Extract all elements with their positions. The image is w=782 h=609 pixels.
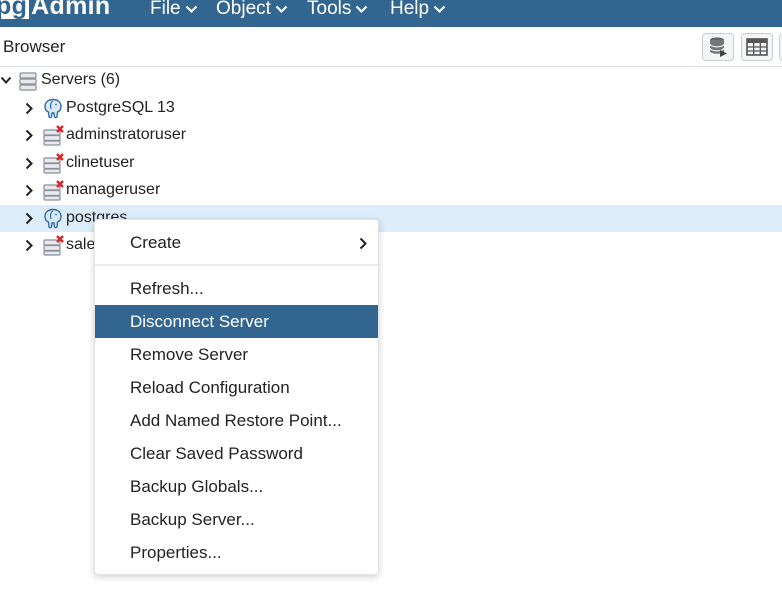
tree-node-label: clinetuser — [66, 154, 135, 171]
menu-item-properties[interactable]: Properties... — [95, 536, 378, 569]
context-menu: Create Refresh... Disconnect Server Remo… — [94, 219, 379, 575]
menu-help[interactable]: Help — [390, 0, 446, 22]
menu-item-label: Reload Configuration — [130, 378, 290, 397]
menu-item-label: Properties... — [130, 543, 222, 562]
top-navbar: pg Admin File Object Tools Help — [0, 0, 782, 27]
chevron-right-icon — [359, 237, 367, 250]
server-group-icon — [19, 72, 37, 91]
menu-item-label: Remove Server — [130, 345, 249, 364]
tree-node-label: manageruser — [66, 181, 161, 198]
chevron-down-icon — [275, 5, 288, 13]
menu-item-disconnect-server[interactable]: Disconnect Server — [95, 305, 378, 338]
database-query-icon — [709, 37, 727, 57]
menu-help-label: Help — [390, 0, 430, 19]
menu-item-label: Create — [130, 233, 182, 252]
chevron-down-icon — [185, 5, 197, 13]
menu-item-label: Backup Server... — [130, 510, 255, 529]
tree-node-label: sale — [66, 236, 96, 253]
chevron-down-icon — [356, 5, 368, 13]
chevron-right-icon[interactable] — [25, 157, 34, 170]
menu-item-label: Refresh... — [130, 279, 204, 298]
tree-node-server[interactable]: clinetuser — [0, 150, 782, 177]
menu-item-remove-server[interactable]: Remove Server — [95, 338, 378, 371]
tree-node-servers[interactable]: Servers (6) — [0, 67, 782, 94]
logo-text: Admin — [31, 0, 111, 20]
tree-node-server[interactable]: adminstratoruser — [0, 122, 782, 149]
menu-item-reload-configuration[interactable]: Reload Configuration — [95, 371, 378, 404]
menu-file-label: File — [150, 0, 181, 19]
menu-item-label: Add Named Restore Point... — [130, 411, 342, 430]
server-disconnected-icon — [43, 153, 64, 174]
menu-item-backup-globals[interactable]: Backup Globals... — [95, 470, 378, 503]
menu-tools[interactable]: Tools — [307, 0, 368, 22]
elephant-icon — [44, 208, 62, 229]
elephant-icon — [44, 98, 62, 119]
table-grid-icon — [746, 38, 768, 56]
tree-node-server[interactable]: PostgreSQL 13 — [0, 95, 782, 122]
logo-pg-mark: pg — [0, 0, 30, 19]
chevron-right-icon[interactable] — [25, 129, 34, 142]
menu-item-label: Clear Saved Password — [130, 444, 303, 463]
pgadmin-logo[interactable]: pg Admin — [0, 0, 110, 22]
menu-item-label: Backup Globals... — [130, 477, 264, 496]
menu-item-refresh[interactable]: Refresh... — [95, 272, 378, 305]
menu-tools-label: Tools — [307, 0, 352, 19]
tree-node-label: adminstratoruser — [66, 126, 187, 143]
chevron-right-icon[interactable] — [25, 184, 34, 197]
server-disconnected-icon — [43, 180, 64, 201]
menu-item-label: Disconnect Server — [130, 312, 269, 331]
menu-item-backup-server[interactable]: Backup Server... — [95, 503, 378, 536]
tree-node-label: PostgreSQL 13 — [66, 99, 175, 116]
menu-item-add-named-restore-point[interactable]: Add Named Restore Point... — [95, 404, 378, 437]
server-disconnected-icon — [43, 235, 64, 256]
browser-panel-header: Browser — [0, 27, 782, 67]
chevron-right-icon[interactable] — [25, 102, 34, 115]
menu-file[interactable]: File — [150, 0, 198, 22]
menu-object-label: Object — [216, 0, 271, 19]
chevron-right-icon[interactable] — [25, 239, 34, 252]
query-tool-button[interactable] — [702, 33, 734, 61]
tree-node-server[interactable]: manageruser — [0, 177, 782, 204]
panel-title: Browser — [3, 37, 66, 56]
menu-item-create[interactable]: Create — [95, 226, 378, 259]
view-data-button[interactable] — [741, 33, 773, 61]
tree-node-label: Servers (6) — [41, 71, 121, 88]
chevron-down-icon — [433, 5, 446, 13]
menu-divider — [95, 264, 378, 266]
menu-item-clear-saved-password[interactable]: Clear Saved Password — [95, 437, 378, 470]
menu-object[interactable]: Object — [216, 0, 288, 22]
chevron-down-icon[interactable] — [0, 76, 12, 85]
server-disconnected-icon — [43, 125, 64, 146]
chevron-right-icon[interactable] — [25, 212, 34, 225]
